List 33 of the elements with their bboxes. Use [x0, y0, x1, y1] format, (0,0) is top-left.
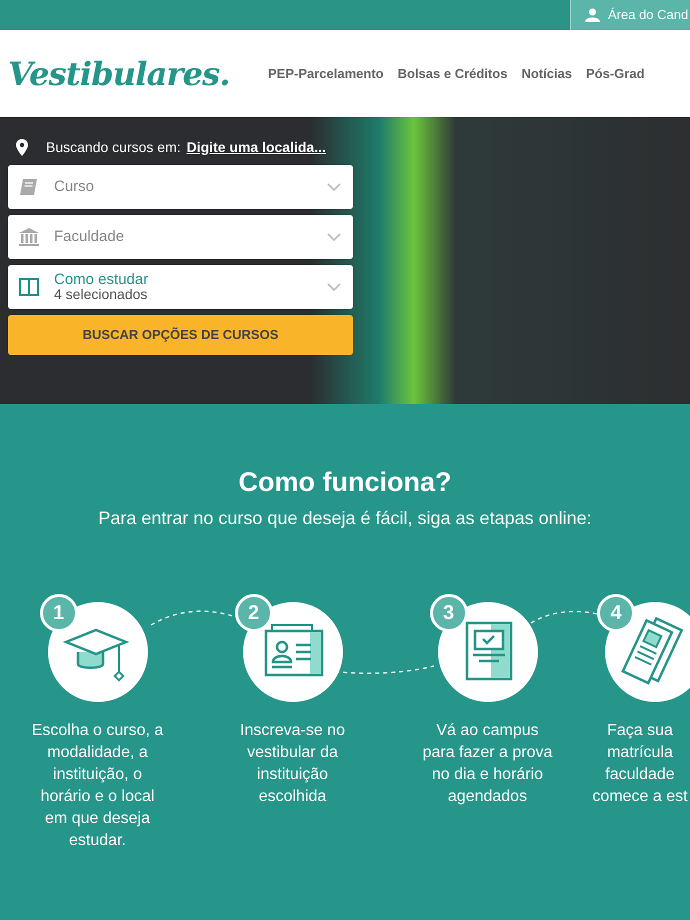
- columns-icon: [19, 278, 39, 296]
- select-field[interactable]: Como estudar 4 selecionados: [8, 265, 353, 309]
- location-label: Buscando cursos em:: [46, 138, 181, 156]
- field-placeholder: Faculdade: [54, 226, 126, 247]
- location-link[interactable]: Digite uma localida...: [186, 136, 326, 158]
- map-pin-icon: [16, 138, 28, 156]
- step-number: 1: [40, 594, 78, 632]
- chevron-down-icon: [327, 233, 341, 241]
- step-number: 2: [234, 594, 272, 632]
- user-icon: [585, 8, 600, 22]
- field-placeholder: Curso: [54, 176, 96, 197]
- field-value: 4 selecionados: [54, 287, 148, 302]
- step-number: 4: [597, 594, 635, 632]
- select-field[interactable]: Faculdade: [8, 215, 353, 259]
- logo[interactable]: Vestibulares.: [8, 58, 248, 90]
- nav-link[interactable]: PEP-Parcelamento: [268, 64, 384, 84]
- select-field[interactable]: Curso: [8, 165, 353, 209]
- step-description: Vá ao campus para fazer a prova no dia e horário agendados: [422, 720, 552, 806]
- nav-link[interactable]: Bolsas e Créditos: [398, 64, 508, 84]
- nav-link[interactable]: Notícias: [521, 64, 572, 84]
- field-label: Como estudar: [54, 272, 150, 287]
- step-description: Faça sua matrícula faculdade comece a est: [591, 720, 689, 806]
- section-title: Como funciona?: [238, 466, 452, 499]
- step-description: Escolha o curso, a modalidade, a instituição, o horário e o local em que deseja estudar.: [32, 720, 164, 850]
- section-subtitle: Para entrar no curso que deseja é fácil, siga as etapas online:: [98, 506, 592, 530]
- step-description: Inscreva-se no vestibular da instituição escolhida: [240, 720, 345, 806]
- step-number: 3: [430, 594, 468, 632]
- nav-link[interactable]: Pós-Grad: [586, 64, 645, 84]
- search-courses-button[interactable]: BUSCAR OPÇÕES DE CURSOS: [8, 315, 353, 355]
- chevron-down-icon: [327, 283, 341, 291]
- chevron-down-icon: [327, 183, 341, 191]
- book-icon: [19, 178, 39, 196]
- building-icon: [18, 227, 40, 247]
